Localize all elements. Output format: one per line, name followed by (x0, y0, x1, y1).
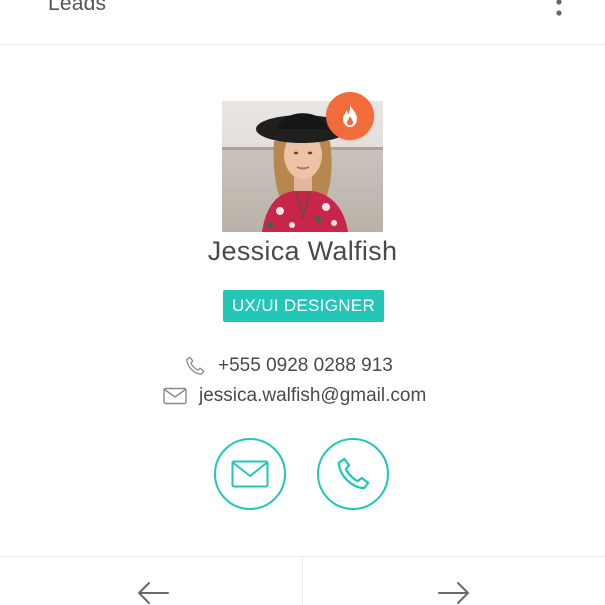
arrow-right-icon (438, 582, 469, 604)
nav-divider (302, 557, 303, 605)
arrow-left-icon (138, 582, 169, 604)
more-options-button[interactable] (547, 0, 571, 24)
phone-icon (337, 457, 370, 490)
flame-icon (343, 104, 357, 127)
lead-detail-screen: Leads Jessica Walfish UX/UI DESIGNER +55… (0, 0, 605, 605)
call-button[interactable] (317, 438, 389, 510)
app-header: Leads (0, 0, 605, 45)
lead-name: Jessica Walfish (207, 236, 398, 266)
envelope-icon (231, 460, 269, 488)
next-lead-button[interactable] (437, 581, 471, 605)
bottom-navigation (0, 556, 605, 605)
phone-row[interactable]: +555 0928 0288 913 (184, 352, 393, 380)
previous-lead-button[interactable] (136, 581, 170, 605)
profile-photo-container (222, 92, 383, 232)
more-vertical-icon (556, 0, 562, 16)
hot-lead-badge (326, 92, 374, 140)
envelope-icon (163, 387, 187, 405)
email-address: jessica.walfish@gmail.com (199, 385, 427, 406)
phone-icon (184, 355, 206, 377)
send-email-button[interactable] (214, 438, 286, 510)
email-row[interactable]: jessica.walfish@gmail.com (163, 382, 426, 410)
role-badge: UX/UI DESIGNER (223, 290, 384, 322)
phone-number: +555 0928 0288 913 (218, 355, 393, 376)
page-title: Leads (48, 0, 107, 15)
